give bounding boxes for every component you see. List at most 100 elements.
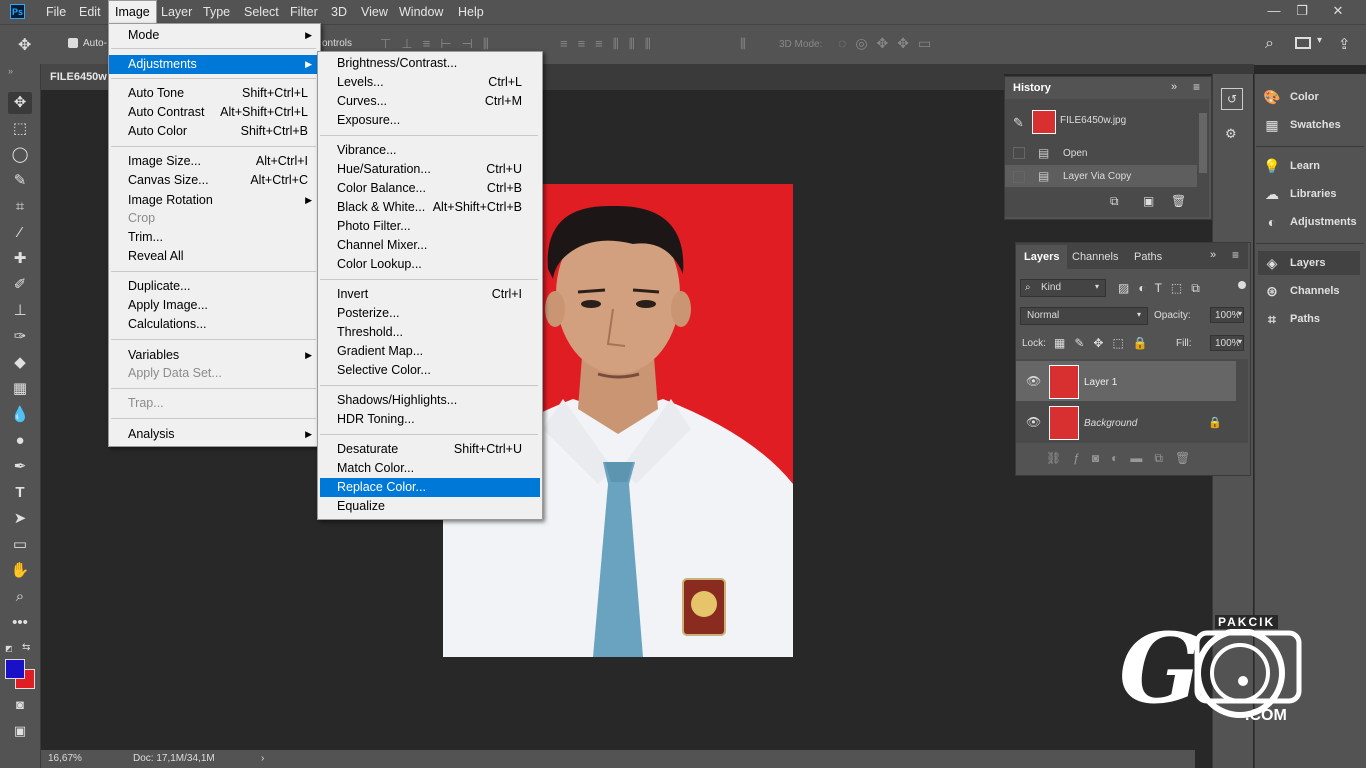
menu-item-auto-contrast[interactable]: Auto Contrast Alt+Shift+Ctrl+L xyxy=(109,103,318,122)
tab-channels[interactable]: Channels xyxy=(1064,245,1126,269)
collapse-tools-icon[interactable]: » xyxy=(8,66,13,76)
menu-item-hdr-toning[interactable]: HDR Toning... xyxy=(318,410,540,429)
menu-item-trim[interactable]: Trim... xyxy=(109,228,318,247)
layer-name[interactable]: Background xyxy=(1084,418,1137,429)
menu-item-brightness-contrast[interactable]: Brightness/Contrast... xyxy=(318,54,540,73)
dock-adjustments[interactable]: ◐ Adjustments xyxy=(1262,211,1366,233)
history-item-layer-via-copy[interactable]: Layer Via Copy xyxy=(1063,171,1131,182)
menu-item-desaturate[interactable]: Desaturate Shift+Ctrl+U xyxy=(318,440,540,459)
layer-thumbnail[interactable] xyxy=(1049,365,1079,399)
menu-item-apply-image[interactable]: Apply Image... xyxy=(109,296,318,315)
panel-menu-icon[interactable]: ≡ xyxy=(1193,80,1200,94)
eye-icon[interactable]: 👁 xyxy=(1026,374,1041,388)
pen-tool-icon[interactable]: ✒ xyxy=(8,456,32,478)
history-source-checkbox[interactable] xyxy=(1013,171,1025,183)
chevron-down-icon[interactable]: ▾ xyxy=(1238,337,1242,346)
menu-select[interactable]: Select xyxy=(238,0,285,24)
history-brush-icon[interactable]: ✎ xyxy=(1013,115,1024,131)
share-icon[interactable]: ⇪ xyxy=(1338,35,1351,53)
trash-icon[interactable]: 🗑 xyxy=(1171,194,1186,208)
workspace-chevron-icon[interactable]: ▾ xyxy=(1317,35,1322,46)
zoom-level[interactable]: 16,67% xyxy=(48,750,82,768)
panel-collapse-icon[interactable]: » xyxy=(1210,249,1216,261)
swap-colors-icon[interactable]: ⇆ xyxy=(22,642,30,653)
menu-item-reveal-all[interactable]: Reveal All xyxy=(109,247,318,266)
menu-filter[interactable]: Filter xyxy=(284,0,324,24)
menu-item-threshold[interactable]: Threshold... xyxy=(318,323,540,342)
auto-select-checkbox[interactable] xyxy=(68,38,78,48)
lasso-tool-icon[interactable]: ◯ xyxy=(8,144,32,166)
lock-icons[interactable]: ▦✎✥⬚🔒 xyxy=(1054,336,1157,350)
menu-item-channel-mixer[interactable]: Channel Mixer... xyxy=(318,236,540,255)
chevron-down-icon[interactable]: ▾ xyxy=(1238,309,1242,318)
dodge-tool-icon[interactable]: ● xyxy=(8,430,32,452)
menu-item-exposure[interactable]: Exposure... xyxy=(318,111,540,130)
close-icon[interactable]: ✕ xyxy=(1327,2,1349,20)
hand-tool-icon[interactable]: ✋ xyxy=(8,560,32,582)
snapshot-name[interactable]: FILE6450w.jpg xyxy=(1060,115,1126,126)
history-panel-icon[interactable]: ↺ xyxy=(1221,88,1243,110)
layer-filter-icons[interactable]: ▨◐T⬚⧉ xyxy=(1118,281,1209,296)
move-tool-icon[interactable]: ✥ xyxy=(8,92,32,114)
status-chevron-icon[interactable]: › xyxy=(261,750,264,768)
menu-item-auto-color[interactable]: Auto Color Shift+Ctrl+B xyxy=(109,122,318,141)
menu-item-adjustments[interactable]: Adjustments ▶ xyxy=(109,55,318,74)
filter-toggle-icon[interactable] xyxy=(1238,281,1246,289)
dock-libraries[interactable]: ☁ Libraries xyxy=(1262,183,1366,205)
workspace-icon[interactable] xyxy=(1295,37,1311,49)
history-item-open[interactable]: Open xyxy=(1063,148,1087,159)
dock-swatches[interactable]: ▦ Swatches xyxy=(1262,114,1366,136)
menu-item-calculations[interactable]: Calculations... xyxy=(109,315,318,334)
properties-panel-icon[interactable]: ⚙ xyxy=(1225,126,1237,142)
more-tools-icon[interactable]: ••• xyxy=(8,612,32,634)
menu-item-curves[interactable]: Curves... Ctrl+M xyxy=(318,92,540,111)
panel-collapse-icon[interactable]: » xyxy=(1171,81,1177,93)
menu-3d[interactable]: 3D xyxy=(325,0,353,24)
menu-item-image-size[interactable]: Image Size... Alt+Ctrl+I xyxy=(109,152,318,171)
dock-color[interactable]: 🎨 Color xyxy=(1262,86,1366,108)
type-tool-icon[interactable]: T xyxy=(8,482,32,504)
lock-icon[interactable]: 🔒 xyxy=(1208,416,1222,429)
foreground-color-swatch[interactable] xyxy=(5,659,25,679)
history-source-checkbox[interactable] xyxy=(1013,147,1025,159)
rectangle-tool-icon[interactable]: ▭ xyxy=(8,534,32,556)
move-tool-icon[interactable]: ✥ xyxy=(18,35,31,55)
search-icon[interactable]: ⌕ xyxy=(1265,35,1274,53)
screen-mode-icon[interactable]: ▣ xyxy=(8,720,32,742)
background-thumbnail[interactable] xyxy=(1049,406,1079,440)
quick-mask-icon[interactable]: ◙ xyxy=(8,694,32,716)
menu-item-gradient-map[interactable]: Gradient Map... xyxy=(318,342,540,361)
menu-file[interactable]: File xyxy=(40,0,72,24)
distribute-icons[interactable]: ≡≡≡⫼⫼⫼ xyxy=(560,36,661,52)
menu-item-auto-tone[interactable]: Auto Tone Shift+Ctrl+L xyxy=(109,84,318,103)
menu-type[interactable]: Type xyxy=(197,0,236,24)
3d-mode-icons[interactable]: ◌◎✥✥▭ xyxy=(838,35,940,52)
auto-align-icon[interactable]: ⫼ xyxy=(740,36,746,52)
menu-item-mode[interactable]: Mode ▶ xyxy=(109,26,318,45)
menu-item-photo-filter[interactable]: Photo Filter... xyxy=(318,217,540,236)
menu-item-duplicate[interactable]: Duplicate... xyxy=(109,277,318,296)
blend-mode-select[interactable]: Normal ▾ xyxy=(1020,307,1148,325)
menu-item-image-rotation[interactable]: Image Rotation ▶ xyxy=(109,191,318,210)
default-colors-icon[interactable]: ◩ xyxy=(5,644,13,653)
menu-item-shadows-highlights[interactable]: Shadows/Highlights... xyxy=(318,391,540,410)
menu-help[interactable]: Help xyxy=(452,0,490,24)
dock-learn[interactable]: 💡 Learn xyxy=(1262,155,1366,177)
history-scrollbar[interactable] xyxy=(1199,113,1207,173)
menu-image[interactable]: Image xyxy=(108,0,157,24)
layer-name[interactable]: Layer 1 xyxy=(1084,377,1117,388)
dock-paths[interactable]: ⌗ Paths xyxy=(1262,308,1366,330)
filter-kind-select[interactable]: ⌕ Kind ▾ xyxy=(1020,279,1106,297)
dock-channels[interactable]: ⊛ Channels xyxy=(1262,280,1366,302)
blur-tool-icon[interactable]: 💧 xyxy=(8,404,32,426)
tab-layers[interactable]: Layers xyxy=(1016,245,1068,269)
tab-paths[interactable]: Paths xyxy=(1126,245,1170,269)
menu-item-selective-color[interactable]: Selective Color... xyxy=(318,361,540,380)
new-document-from-state-icon[interactable]: ⧉ xyxy=(1110,194,1119,209)
dock-layers[interactable]: ◈ Layers xyxy=(1262,252,1366,274)
minimize-icon[interactable]: — xyxy=(1263,2,1285,20)
menu-item-levels[interactable]: Levels... Ctrl+L xyxy=(318,73,540,92)
menu-item-variables[interactable]: Variables ▶ xyxy=(109,346,318,365)
layers-footer-icons[interactable]: ⛓ƒ◙◐▬⧉🗑 xyxy=(1046,451,1202,466)
quick-select-tool-icon[interactable]: ✎ xyxy=(8,170,32,192)
